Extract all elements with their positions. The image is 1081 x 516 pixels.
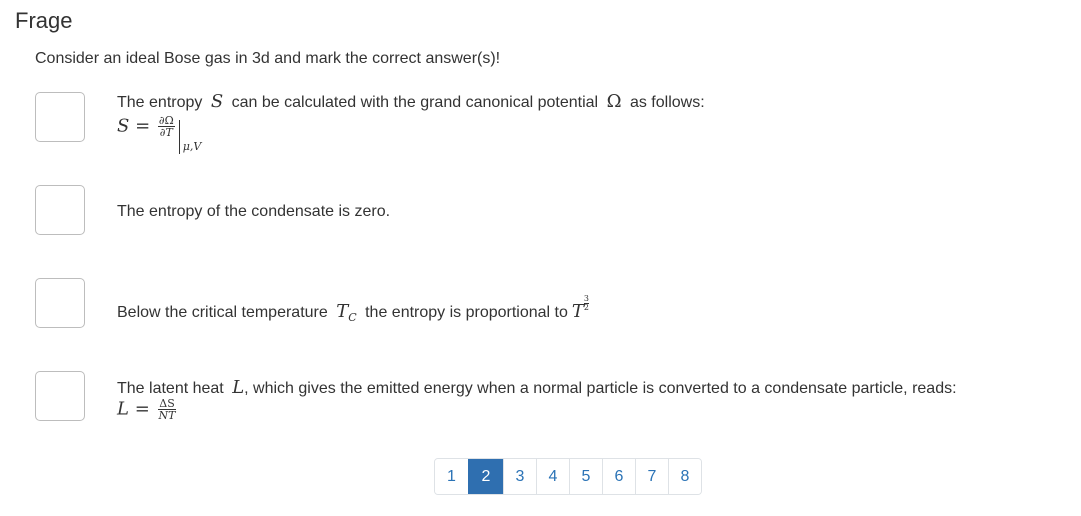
answer-checkbox-2[interactable] xyxy=(35,185,85,235)
exponent-denominator: 2 xyxy=(583,303,590,312)
answer-4-formula: L = ΔS NT xyxy=(117,398,178,421)
page-link-6[interactable]: 6 xyxy=(602,459,635,494)
page-link-1[interactable]: 1 xyxy=(435,459,468,494)
answer-3-text-before: Below the critical temperature xyxy=(117,304,328,321)
answer-checkbox-4[interactable] xyxy=(35,371,85,421)
answer-4-text-after: , which gives the emitted energy when a … xyxy=(244,380,957,397)
page-link-2-current[interactable]: 2 xyxy=(468,459,503,494)
formula-fraction: ∂Ω ∂T xyxy=(157,115,175,139)
answer-text-2: The entropy of the condensate is zero. xyxy=(117,203,391,220)
question-prompt: Consider an ideal Bose gas in 3d and mar… xyxy=(35,50,501,67)
evaluation-subscript: μ,V xyxy=(182,139,202,153)
page-title: Frage xyxy=(15,8,73,33)
formula-lhs: S xyxy=(117,115,130,137)
answer-1-formula: S = ∂Ω ∂T μ,V xyxy=(117,115,201,154)
page-link-3[interactable]: 3 xyxy=(503,459,536,494)
formula-equals: = xyxy=(135,115,151,137)
temperature-power-symbol: T32 xyxy=(568,295,593,322)
formula-fraction: ΔS NT xyxy=(157,398,177,422)
answer-1-text-middle: can be calculated with the grand canonic… xyxy=(231,94,599,111)
exponent-fraction: 32 xyxy=(583,295,590,312)
formula-lhs: L xyxy=(117,398,129,420)
page-link-5[interactable]: 5 xyxy=(569,459,602,494)
page-link-7[interactable]: 7 xyxy=(635,459,668,494)
omega-symbol: Ω xyxy=(606,91,622,112)
formula-equals: = xyxy=(134,398,150,420)
evaluation-bar xyxy=(178,119,180,154)
answer-checkbox-3[interactable] xyxy=(35,278,85,328)
question-pagination: 1 2 3 4 5 6 7 8 xyxy=(434,458,702,495)
critical-temperature-symbol: TC xyxy=(332,301,360,324)
page-link-4[interactable]: 4 xyxy=(536,459,569,494)
answer-text-3: Below the critical temperature TC the en… xyxy=(117,295,593,324)
answer-text-4: The latent heat L, which gives the emitt… xyxy=(117,377,957,398)
fraction-denominator: ∂T xyxy=(159,126,173,139)
page-link-8[interactable]: 8 xyxy=(668,459,701,494)
answer-checkbox-1[interactable] xyxy=(35,92,85,142)
temperature-base: T xyxy=(571,301,584,322)
fraction-denominator: NT xyxy=(158,409,176,422)
critical-subscript: C xyxy=(348,311,357,324)
latent-heat-symbol: L xyxy=(232,377,245,398)
answer-text-1: The entropy S can be calculated with the… xyxy=(117,91,705,112)
answer-4-text-before: The latent heat xyxy=(117,380,224,397)
answer-1-text-after: as follows: xyxy=(629,94,705,111)
entropy-symbol: S xyxy=(210,91,224,112)
answer-1-text-before: The entropy xyxy=(117,94,203,111)
answer-3-text-middle: the entropy is proportional to xyxy=(365,304,568,321)
temperature-symbol: T xyxy=(336,301,349,322)
